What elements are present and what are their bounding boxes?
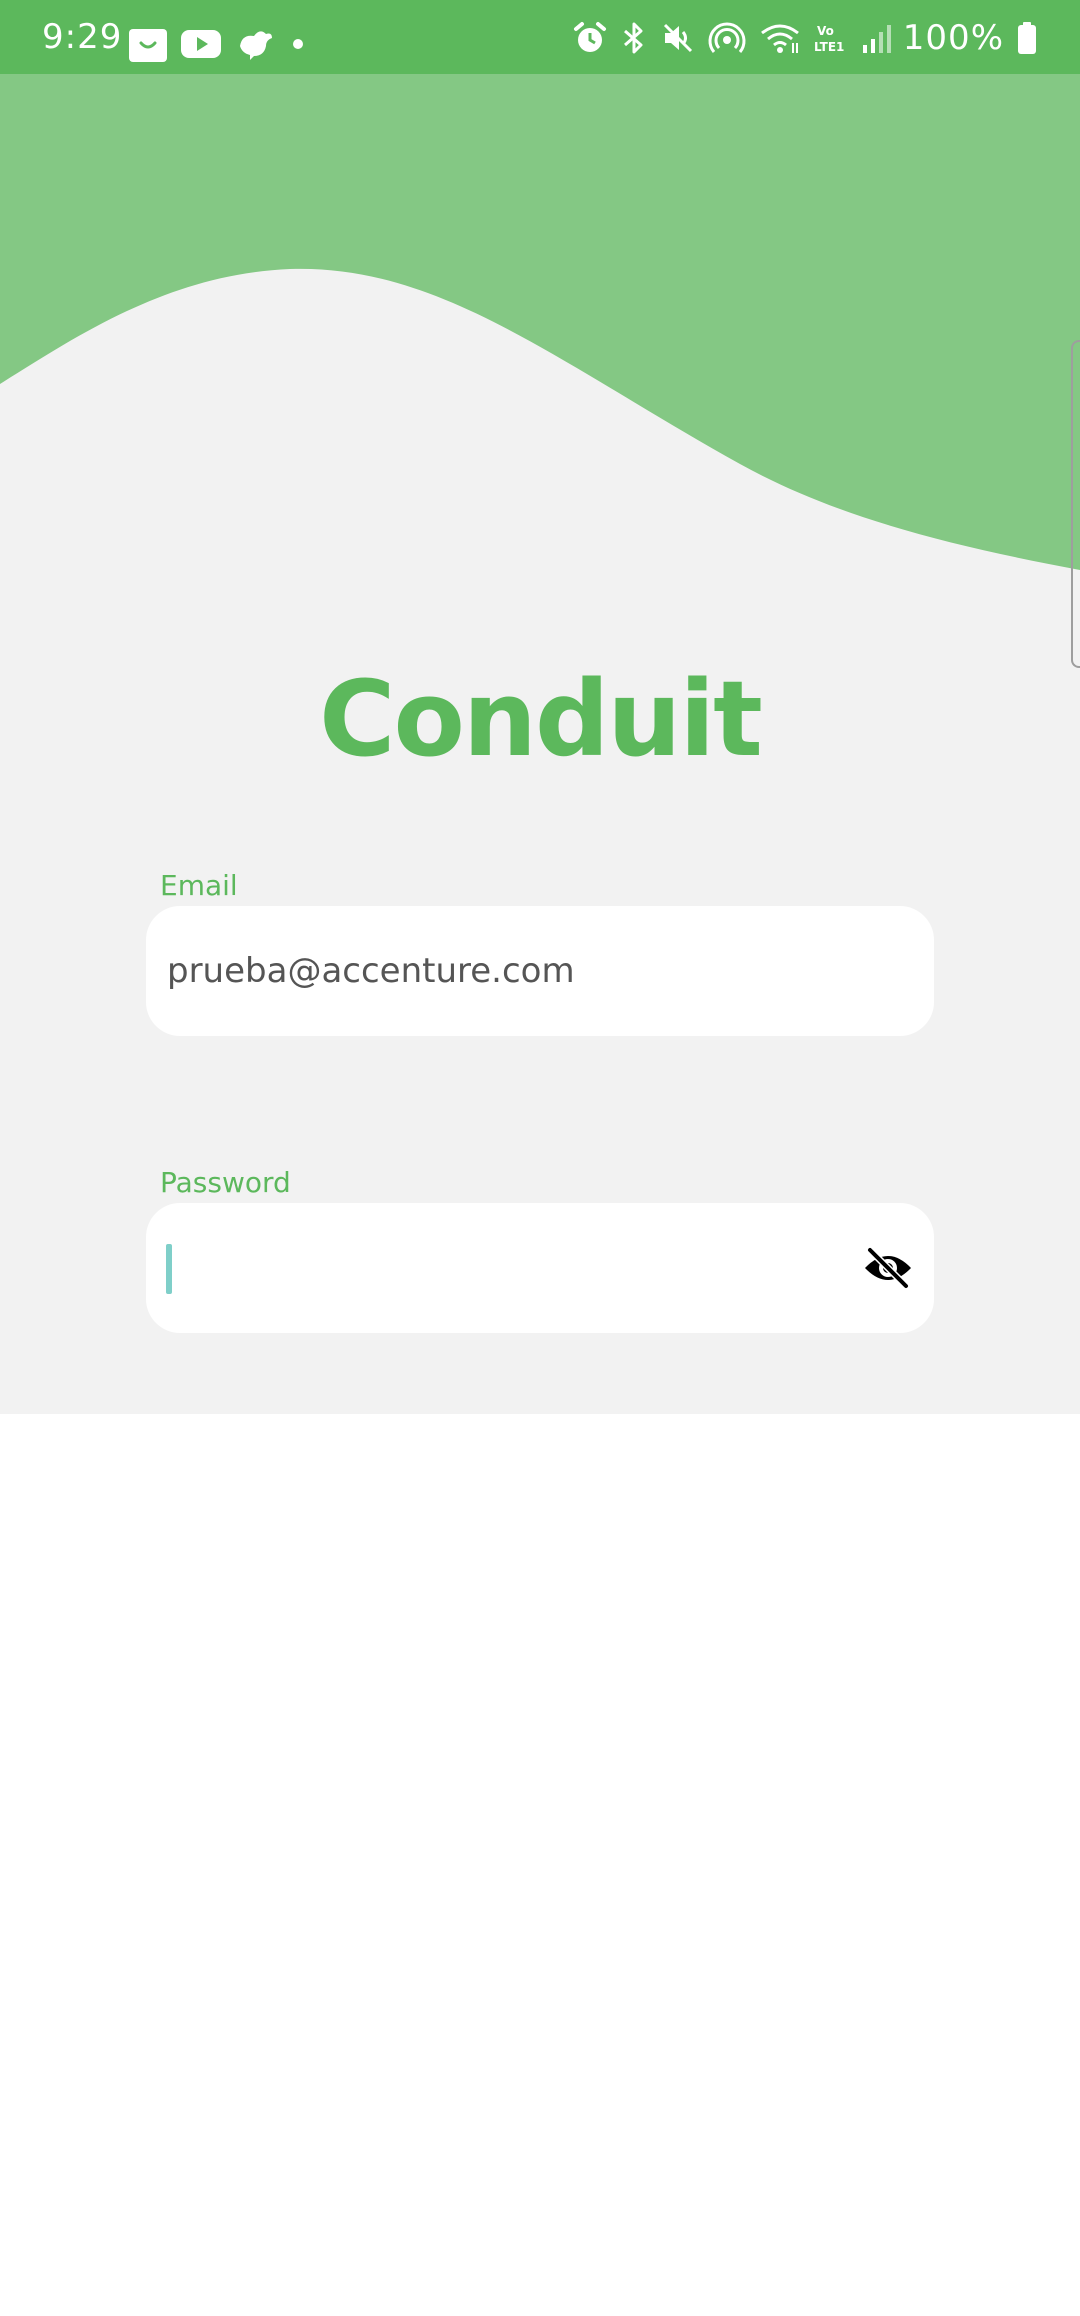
edge-panel-handle[interactable]	[1071, 340, 1080, 668]
email-label: Email	[160, 869, 238, 902]
header-wave-decoration	[0, 74, 1080, 570]
battery-icon	[1016, 21, 1038, 55]
status-notification-icons	[128, 24, 308, 64]
volte-icon: Vo LTE1	[813, 21, 849, 55]
password-label: Password	[160, 1166, 291, 1199]
bag-icon	[128, 25, 168, 63]
password-visibility-toggle[interactable]	[862, 1243, 914, 1293]
status-time: 9:29	[42, 17, 123, 57]
battery-percentage: 100%	[902, 18, 1004, 58]
volte-top-label: Vo	[817, 24, 834, 38]
mute-icon	[661, 21, 695, 55]
wifi-icon	[759, 21, 801, 55]
youtube-icon	[180, 28, 222, 60]
bird-icon	[234, 26, 276, 62]
app-title: Conduit	[319, 658, 763, 780]
volte-bottom-label: LTE1	[814, 40, 844, 54]
bluetooth-icon	[619, 21, 649, 55]
password-field[interactable]	[146, 1203, 934, 1333]
login-screen: 9:29 Vo LTE1 100% Conduit Email prueba@a…	[0, 0, 1080, 2316]
alarm-icon	[573, 21, 607, 55]
dot-icon	[288, 34, 308, 54]
email-field[interactable]: prueba@accenture.com	[146, 906, 934, 1036]
status-bar: 9:29 Vo LTE1 100%	[0, 0, 1080, 74]
signal-icon	[861, 21, 891, 55]
email-value: prueba@accenture.com	[167, 951, 575, 991]
hotspot-icon	[707, 21, 747, 55]
eye-off-icon	[862, 1246, 914, 1290]
status-system-icons: Vo LTE1 100%	[573, 18, 1038, 58]
text-cursor	[166, 1244, 172, 1294]
login-panel: Conduit Email prueba@accenture.com Passw…	[0, 74, 1080, 1414]
